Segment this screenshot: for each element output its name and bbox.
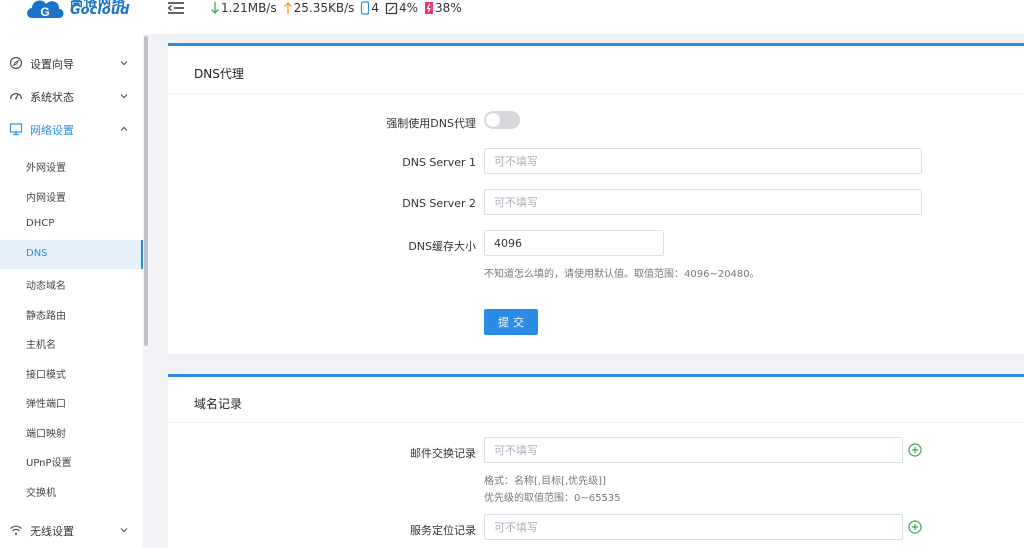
download-rate-value: 1.21MB/s (221, 1, 277, 15)
nav-group-wireless[interactable]: 无线设置 (0, 516, 142, 544)
sidebar-item-label: 弹性端口 (26, 399, 66, 410)
mx-record-input[interactable] (484, 437, 903, 463)
card-divider (168, 93, 1024, 94)
mx-record-hint-format: 格式：名称[,目标[,优先级]] (484, 476, 606, 487)
arrow-down-icon (211, 2, 219, 14)
domain-records-card: 域名记录 邮件交换记录 格式：名称[,目标[,优先级]] 优先级的取值范围：0~… (168, 374, 1024, 548)
cpu-usage: 4% (385, 1, 418, 15)
toggle-knob (486, 113, 500, 127)
wifi-icon (10, 525, 22, 535)
dns-cache-size-label: DNS缓存大小 (408, 240, 476, 253)
nav-group-network-settings[interactable]: 网络设置 (0, 115, 142, 143)
sidebar-item-label: 静态路由 (26, 311, 66, 322)
force-dns-proxy-toggle[interactable] (484, 111, 520, 129)
memory-usage: 38% (424, 1, 462, 15)
sidebar-item-label: 主机名 (26, 340, 56, 351)
phone-icon (361, 1, 370, 15)
memory-icon (425, 2, 434, 14)
device-count: 4 (360, 1, 379, 15)
dns-proxy-card: DNS代理 强制使用DNS代理 DNS Server 1 DNS Server … (168, 43, 1024, 354)
sidebar-item-label: 端口映射 (26, 429, 66, 440)
sidebar-item-switch[interactable]: 交换机 (0, 476, 143, 505)
chevron-down-icon (120, 528, 128, 533)
card-divider (168, 422, 1024, 423)
submit-button[interactable]: 提交 (484, 309, 538, 335)
add-circle-icon[interactable] (908, 520, 922, 534)
mx-record-hint-range: 优先级的取值范围：0~65535 (484, 493, 621, 504)
sidebar-item-label: 接口模式 (26, 370, 66, 381)
sidebar-item-label: 动态域名 (26, 281, 66, 292)
upload-rate: 25.35KB/s (283, 1, 355, 15)
sidebar-item-label: DHCP (26, 218, 55, 229)
srv-record-input[interactable] (484, 514, 903, 540)
sidebar-item-label: 交换机 (26, 488, 56, 499)
sidebar-item-wan[interactable]: 外网设置 (0, 151, 143, 180)
svg-text:G: G (40, 5, 49, 19)
nav-group-label: 无线设置 (30, 525, 74, 538)
traffic-stats: 1.21MB/s 25.35KB/s 4 4% 38% (210, 0, 468, 16)
compass-icon (9, 56, 23, 70)
dns-server-1-label: DNS Server 1 (402, 156, 476, 169)
download-rate: 1.21MB/s (210, 1, 277, 15)
card-title: 域名记录 (194, 397, 243, 411)
sidebar-item-port-mapping[interactable]: 端口映射 (0, 417, 143, 446)
sidebar-item-hostname[interactable]: 主机名 (0, 328, 143, 357)
nav-group-label: 系统状态 (30, 91, 74, 104)
sidebar-item-static-route[interactable]: 静态路由 (0, 299, 143, 328)
sidebar-item-elastic-port[interactable]: 弹性端口 (0, 387, 143, 416)
dns-cache-size-input[interactable] (484, 230, 664, 256)
nav-group-setup-wizard[interactable]: 设置向导 (0, 49, 142, 77)
sidebar: G 高恪网络 Gocloud 设置向导 系统状态 网络设置 外网设置 内网设置 … (0, 0, 148, 548)
chevron-down-icon (120, 94, 128, 99)
memory-usage-value: 38% (435, 1, 462, 15)
dns-server-1-input[interactable] (484, 148, 922, 174)
sidebar-item-label: UPnP设置 (26, 458, 72, 469)
add-circle-icon[interactable] (908, 443, 922, 457)
sidebar-item-dhcp[interactable]: DHCP (0, 210, 143, 239)
cloud-logo-icon: G (27, 0, 64, 19)
sidebar-item-label: 外网设置 (26, 163, 66, 174)
sidebar-item-ddns[interactable]: 动态域名 (0, 269, 143, 298)
card-title: DNS代理 (194, 67, 244, 81)
dns-server-2-label: DNS Server 2 (402, 197, 476, 210)
gauge-icon (9, 92, 23, 100)
monitor-icon (9, 123, 23, 136)
force-dns-proxy-label: 强制使用DNS代理 (386, 117, 476, 130)
chevron-down-icon (120, 61, 128, 66)
logo-text-en: Gocloud (70, 3, 130, 18)
cpu-usage-value: 4% (399, 1, 419, 15)
sidebar-item-lan[interactable]: 内网设置 (0, 181, 143, 210)
srv-record-label: 服务定位记录 (410, 524, 476, 537)
sidebar-item-label: 内网设置 (26, 193, 66, 204)
nav-group-label: 设置向导 (30, 58, 74, 71)
dns-server-2-input[interactable] (484, 189, 922, 215)
sidebar-item-dns[interactable]: DNS (0, 240, 143, 269)
arrow-up-icon (283, 2, 292, 14)
sidebar-item-upnp[interactable]: UPnP设置 (0, 446, 143, 475)
nav-group-label: 网络设置 (30, 124, 74, 137)
dns-cache-size-hint: 不知道怎么填的，请使用默认值。取值范围：4096~20480。 (484, 269, 760, 280)
cpu-icon (385, 2, 398, 14)
menu-collapse-icon[interactable] (167, 1, 185, 15)
device-count-value: 4 (371, 1, 379, 15)
upload-rate-value: 25.35KB/s (293, 1, 355, 15)
gocloud-logo[interactable]: G 高恪网络 Gocloud (24, 0, 134, 24)
mx-record-label: 邮件交换记录 (410, 447, 476, 460)
chevron-up-icon (120, 126, 128, 131)
nav-group-system-status[interactable]: 系统状态 (0, 82, 142, 110)
sidebar-item-interface-mode[interactable]: 接口模式 (0, 358, 143, 387)
topbar: 1.21MB/s 25.35KB/s 4 4% 38% (148, 0, 1024, 34)
sidebar-item-label: DNS (26, 248, 48, 259)
sidebar-scrollbar-thumb[interactable] (144, 36, 148, 346)
